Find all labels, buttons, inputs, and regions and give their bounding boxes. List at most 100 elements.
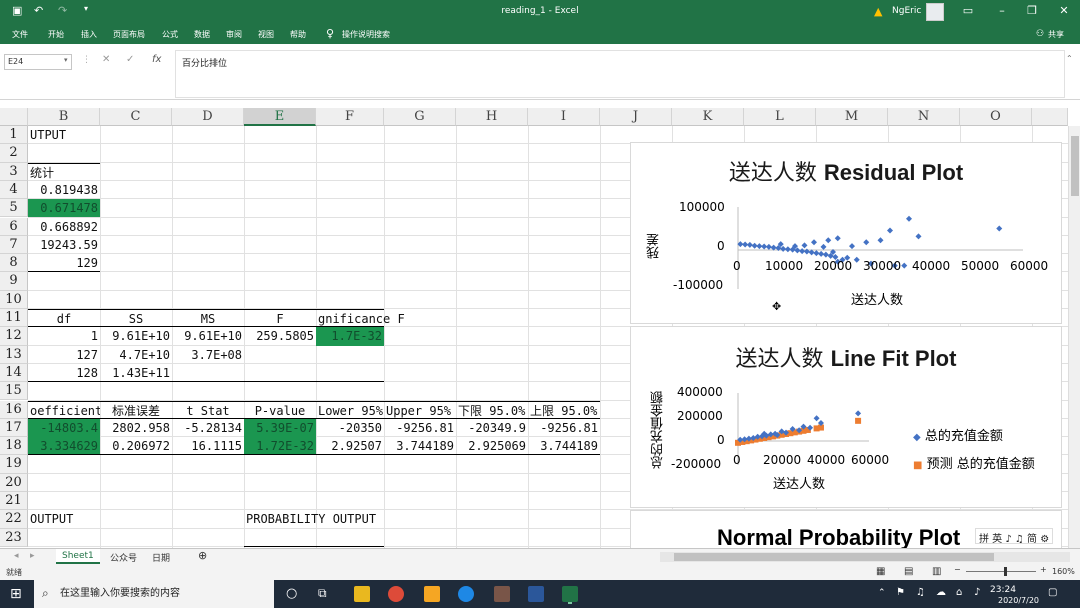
cell-d11[interactable]: MS bbox=[172, 309, 244, 328]
cell-c18[interactable]: 0.206972 bbox=[100, 437, 172, 456]
sheet-tab-gongzhonghao[interactable]: 公众号 bbox=[104, 549, 143, 564]
tab-help[interactable]: 帮助 bbox=[290, 29, 306, 40]
cloud-icon[interactable]: ☁ bbox=[936, 587, 946, 598]
row-header-20[interactable]: 20 bbox=[0, 473, 28, 492]
cell-b22[interactable]: OUTPUT bbox=[28, 510, 100, 528]
page-break-view-icon[interactable]: ▥ bbox=[932, 566, 941, 577]
enter-icon[interactable]: ✓ bbox=[126, 54, 134, 65]
col-header-k[interactable]: K bbox=[672, 108, 744, 126]
vertical-scrollbar[interactable] bbox=[1068, 126, 1080, 548]
select-all-corner[interactable] bbox=[0, 108, 28, 126]
tab-home[interactable]: 开始 bbox=[48, 29, 64, 40]
volume-icon[interactable]: ♫ bbox=[916, 587, 925, 598]
zoom-in-icon[interactable]: + bbox=[1040, 565, 1047, 574]
cell-b6[interactable]: 0.668892 bbox=[28, 218, 100, 236]
row-header-1[interactable]: 1 bbox=[0, 126, 28, 145]
row-header-6[interactable]: 6 bbox=[0, 217, 28, 236]
add-sheet-icon[interactable]: ⊕ bbox=[192, 547, 213, 562]
cell-b18[interactable]: 3.334629 bbox=[28, 437, 100, 456]
row-header-23[interactable]: 23 bbox=[0, 528, 28, 547]
cell-h18[interactable]: 2.925069 bbox=[456, 437, 528, 456]
cell-d17[interactable]: -5.28134 bbox=[172, 419, 244, 437]
cell-e16[interactable]: P-value bbox=[244, 400, 316, 419]
share-button[interactable]: 共享 bbox=[1048, 29, 1064, 40]
qq-icon[interactable] bbox=[354, 586, 370, 602]
col-header-i[interactable]: I bbox=[528, 108, 600, 126]
cell-h16[interactable]: 下限 95.0% bbox=[456, 400, 528, 419]
row-header-9[interactable]: 9 bbox=[0, 272, 28, 291]
name-box-dropdown-icon[interactable]: ▾ bbox=[64, 56, 68, 64]
tray-app-icon[interactable]: ⚑ bbox=[896, 587, 905, 598]
cell-i16[interactable]: 上限 95.0% bbox=[528, 400, 600, 419]
cell-c12[interactable]: 9.61E+10 bbox=[100, 327, 172, 345]
tray-expand-icon[interactable]: ⌃ bbox=[878, 588, 886, 598]
excel-icon[interactable] bbox=[562, 586, 578, 602]
zoom-slider-thumb[interactable] bbox=[1004, 567, 1007, 576]
cell-b12[interactable]: 1 bbox=[28, 327, 100, 345]
zoom-level[interactable]: 160% bbox=[1052, 567, 1075, 576]
cell-i18[interactable]: 3.744189 bbox=[528, 437, 600, 456]
ribbon-display-icon[interactable]: ▭ bbox=[958, 4, 978, 17]
cortana-icon[interactable]: ○ bbox=[286, 586, 297, 601]
taskbar-date[interactable]: 2020/7/20 bbox=[998, 596, 1039, 605]
cell-f16[interactable]: Lower 95% bbox=[316, 400, 384, 419]
cell-e22[interactable]: PROBABILITY OUTPUT bbox=[244, 510, 394, 528]
cell-b17[interactable]: -14803.4 bbox=[28, 418, 100, 438]
col-header-h[interactable]: H bbox=[456, 108, 528, 126]
zoom-slider[interactable] bbox=[966, 571, 1036, 572]
horizontal-scroll-thumb[interactable] bbox=[674, 553, 994, 561]
row-header-8[interactable]: 8 bbox=[0, 254, 28, 273]
cell-e11[interactable]: F bbox=[244, 309, 316, 328]
chrome-icon[interactable] bbox=[388, 586, 404, 602]
row-header-12[interactable]: 12 bbox=[0, 327, 28, 346]
row-header-3[interactable]: 3 bbox=[0, 162, 28, 181]
row-header-11[interactable]: 11 bbox=[0, 309, 28, 328]
cell-b1[interactable]: UTPUT bbox=[28, 126, 100, 144]
residual-plot-chart[interactable]: 送达人数 Residual Plot 残差 送达人数 100000 0 -100… bbox=[630, 142, 1062, 324]
line-fit-plot-chart[interactable]: 送达人数 Line Fit Plot 总的充值金额 送达人数 400000 20… bbox=[630, 326, 1062, 508]
cell-f18[interactable]: 2.92507 bbox=[316, 437, 384, 456]
notifications-icon[interactable]: ▢ bbox=[1048, 587, 1057, 598]
collapse-formula-icon[interactable]: ⌃ bbox=[1066, 54, 1073, 63]
cell-d16[interactable]: t Stat bbox=[172, 400, 244, 419]
col-header-g[interactable]: G bbox=[384, 108, 456, 126]
horizontal-scrollbar[interactable] bbox=[660, 552, 1070, 562]
sheet-tab-sheet1[interactable]: Sheet1 bbox=[56, 549, 100, 564]
cell-c17[interactable]: 2802.958 bbox=[100, 419, 172, 437]
cell-d12[interactable]: 9.61E+10 bbox=[172, 327, 244, 345]
cell-e17[interactable]: 5.39E-07 bbox=[244, 418, 316, 438]
page-layout-view-icon[interactable]: ▤ bbox=[904, 566, 913, 577]
speaker-icon[interactable]: ♪ bbox=[974, 587, 980, 598]
row-header-19[interactable]: 19 bbox=[0, 455, 28, 474]
windows-start-icon[interactable]: ⊞ bbox=[10, 586, 22, 602]
row-header-18[interactable]: 18 bbox=[0, 437, 28, 456]
row-header-22[interactable]: 22 bbox=[0, 510, 28, 529]
cell-i17[interactable]: -9256.81 bbox=[528, 419, 600, 437]
close-icon[interactable]: ✕ bbox=[1054, 4, 1074, 17]
row-header-5[interactable]: 5 bbox=[0, 199, 28, 218]
ime-toolbar[interactable]: 拼 英 ♪ ♫ 简 ⚙ bbox=[975, 528, 1054, 545]
col-header-l[interactable]: L bbox=[744, 108, 816, 126]
cell-f11[interactable]: gnificance F bbox=[316, 309, 405, 328]
tab-page-layout[interactable]: 页面布局 bbox=[113, 29, 145, 40]
vertical-scroll-thumb[interactable] bbox=[1071, 136, 1079, 196]
prev-sheet-icon[interactable]: ◂ bbox=[8, 549, 25, 564]
cell-d13[interactable]: 3.7E+08 bbox=[172, 346, 244, 364]
row-header-16[interactable]: 16 bbox=[0, 400, 28, 419]
app-icon[interactable] bbox=[424, 586, 440, 602]
word-icon[interactable] bbox=[528, 586, 544, 602]
minimize-icon[interactable]: – bbox=[992, 4, 1012, 17]
cell-b8[interactable]: 129 bbox=[28, 254, 100, 273]
row-header-14[interactable]: 14 bbox=[0, 363, 28, 383]
tab-view[interactable]: 视图 bbox=[258, 29, 274, 40]
cell-g18[interactable]: 3.744189 bbox=[384, 437, 456, 456]
cell-c11[interactable]: SS bbox=[100, 309, 172, 328]
row-header-7[interactable]: 7 bbox=[0, 235, 28, 255]
col-header-e[interactable]: E bbox=[244, 108, 316, 126]
insert-function-button[interactable]: fx bbox=[152, 54, 161, 65]
cell-b4[interactable]: 0.819438 bbox=[28, 181, 100, 199]
cell-h17[interactable]: -20349.9 bbox=[456, 419, 528, 437]
worksheet-grid[interactable]: B C D E F G H I J K L M N O 1 2 3 4 5 6 7 8 9 10 1… bbox=[0, 108, 1080, 548]
col-header-c[interactable]: C bbox=[100, 108, 172, 126]
cell-g17[interactable]: -9256.81 bbox=[384, 419, 456, 437]
